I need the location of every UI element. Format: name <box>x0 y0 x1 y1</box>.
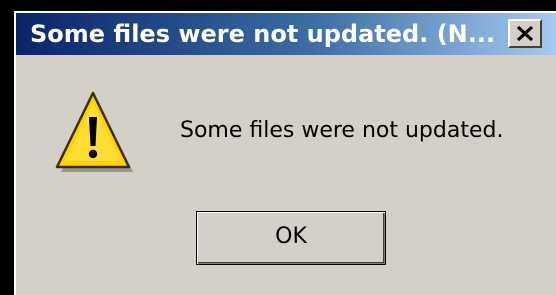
window-title: Some files were not updated. (N... <box>30 20 496 48</box>
close-icon <box>516 25 534 42</box>
ok-button[interactable]: OK <box>196 211 386 265</box>
warning-icon <box>55 91 133 172</box>
dialog-window: Some files were not updated. (N... Some … <box>14 11 556 295</box>
dialog-message: Some files were not updated. <box>180 118 504 143</box>
title-bar[interactable]: Some files were not updated. (N... <box>16 13 556 55</box>
close-button[interactable] <box>508 19 542 48</box>
